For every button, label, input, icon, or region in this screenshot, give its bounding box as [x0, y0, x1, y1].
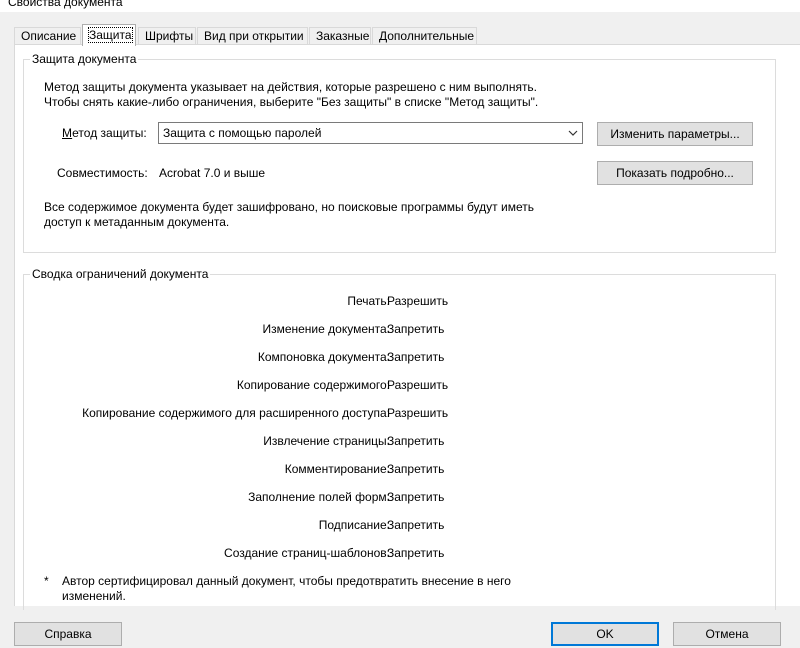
- restriction-value: Запретить: [387, 434, 445, 448]
- restriction-label: Копирование содержимого:: [236, 378, 390, 392]
- restriction-value: Разрешить: [387, 378, 449, 392]
- restriction-value: Запретить: [387, 350, 445, 364]
- restriction-label: Печать:: [347, 294, 390, 308]
- show-details-button[interactable]: Показать подробно...: [597, 161, 753, 185]
- security-method-label: Метод защиты:: [62, 126, 147, 140]
- tab-initial-view[interactable]: Вид при открытии: [197, 27, 308, 45]
- restriction-label: Компоновка документа:: [257, 350, 390, 364]
- restriction-label: Комментирование:: [284, 462, 390, 476]
- ok-button[interactable]: OK: [551, 622, 659, 646]
- restriction-value: Разрешить: [387, 294, 449, 308]
- footnote-mark: *: [44, 574, 49, 588]
- compatibility-label: Совместимость:: [57, 166, 148, 180]
- title-bar: Свойства документа: [0, 0, 800, 12]
- security-intro-line1: Метод защиты документа указывает на дейс…: [44, 80, 538, 94]
- window-title: Свойства документа: [8, 0, 123, 9]
- restriction-value: Запретить: [387, 462, 445, 476]
- encryption-note-line1: Все содержимое документа будет зашифрова…: [44, 200, 534, 214]
- tab-custom[interactable]: Заказные: [309, 27, 371, 45]
- change-settings-button[interactable]: Изменить параметры...: [597, 122, 753, 146]
- security-method-select[interactable]: Защита с помощью паролей: [158, 122, 583, 144]
- restriction-value: Разрешить: [387, 406, 449, 420]
- encryption-note-line2: доступ к метаданным документа.: [44, 215, 230, 229]
- restriction-label: Заполнение полей форм:: [248, 490, 390, 504]
- security-tab-page: Защита документа Метод защиты документа …: [14, 44, 800, 610]
- restriction-label: Создание страниц-шаблонов:: [224, 546, 390, 560]
- restriction-value: Запретить: [387, 518, 445, 532]
- compatibility-value: Acrobat 7.0 и выше: [159, 166, 266, 180]
- chevron-down-icon[interactable]: [564, 123, 582, 143]
- document-security-group: Защита документа Метод защиты документа …: [23, 52, 776, 253]
- tab-description[interactable]: Описание: [14, 27, 81, 45]
- restriction-label: Подписание:: [318, 518, 390, 532]
- help-button[interactable]: Справка: [14, 622, 122, 646]
- security-intro-line2: Чтобы снять какие-либо ограничения, выбе…: [44, 95, 539, 109]
- cancel-button[interactable]: Отмена: [673, 622, 781, 646]
- restriction-label: Изменение документа:: [262, 322, 390, 336]
- tab-fonts[interactable]: Шрифты: [138, 27, 196, 45]
- security-method-label-rest: етод защиты:: [72, 126, 147, 140]
- tab-advanced[interactable]: Дополнительные: [372, 27, 477, 45]
- restriction-value: Запретить: [387, 322, 445, 336]
- tab-security[interactable]: Защита: [82, 24, 136, 46]
- document-security-legend: Защита документа: [30, 52, 139, 66]
- restriction-value: Запретить: [387, 490, 445, 504]
- document-properties-dialog: Свойства документа Описание Защита Шрифт…: [0, 0, 800, 648]
- footnote-line1: Автор сертифицировал данный документ, чт…: [62, 574, 511, 588]
- footnote-line2: изменений.: [62, 589, 126, 603]
- restriction-label: Копирование содержимого для расширенного…: [82, 406, 390, 420]
- restriction-value: Запретить: [387, 546, 445, 560]
- security-method-value: Защита с помощью паролей: [163, 126, 322, 140]
- restrictions-summary-legend: Сводка ограничений документа: [30, 267, 211, 281]
- restriction-label: Извлечение страницы:: [263, 434, 390, 448]
- restrictions-summary-group: Сводка ограничений документа Печать: Раз…: [23, 267, 776, 610]
